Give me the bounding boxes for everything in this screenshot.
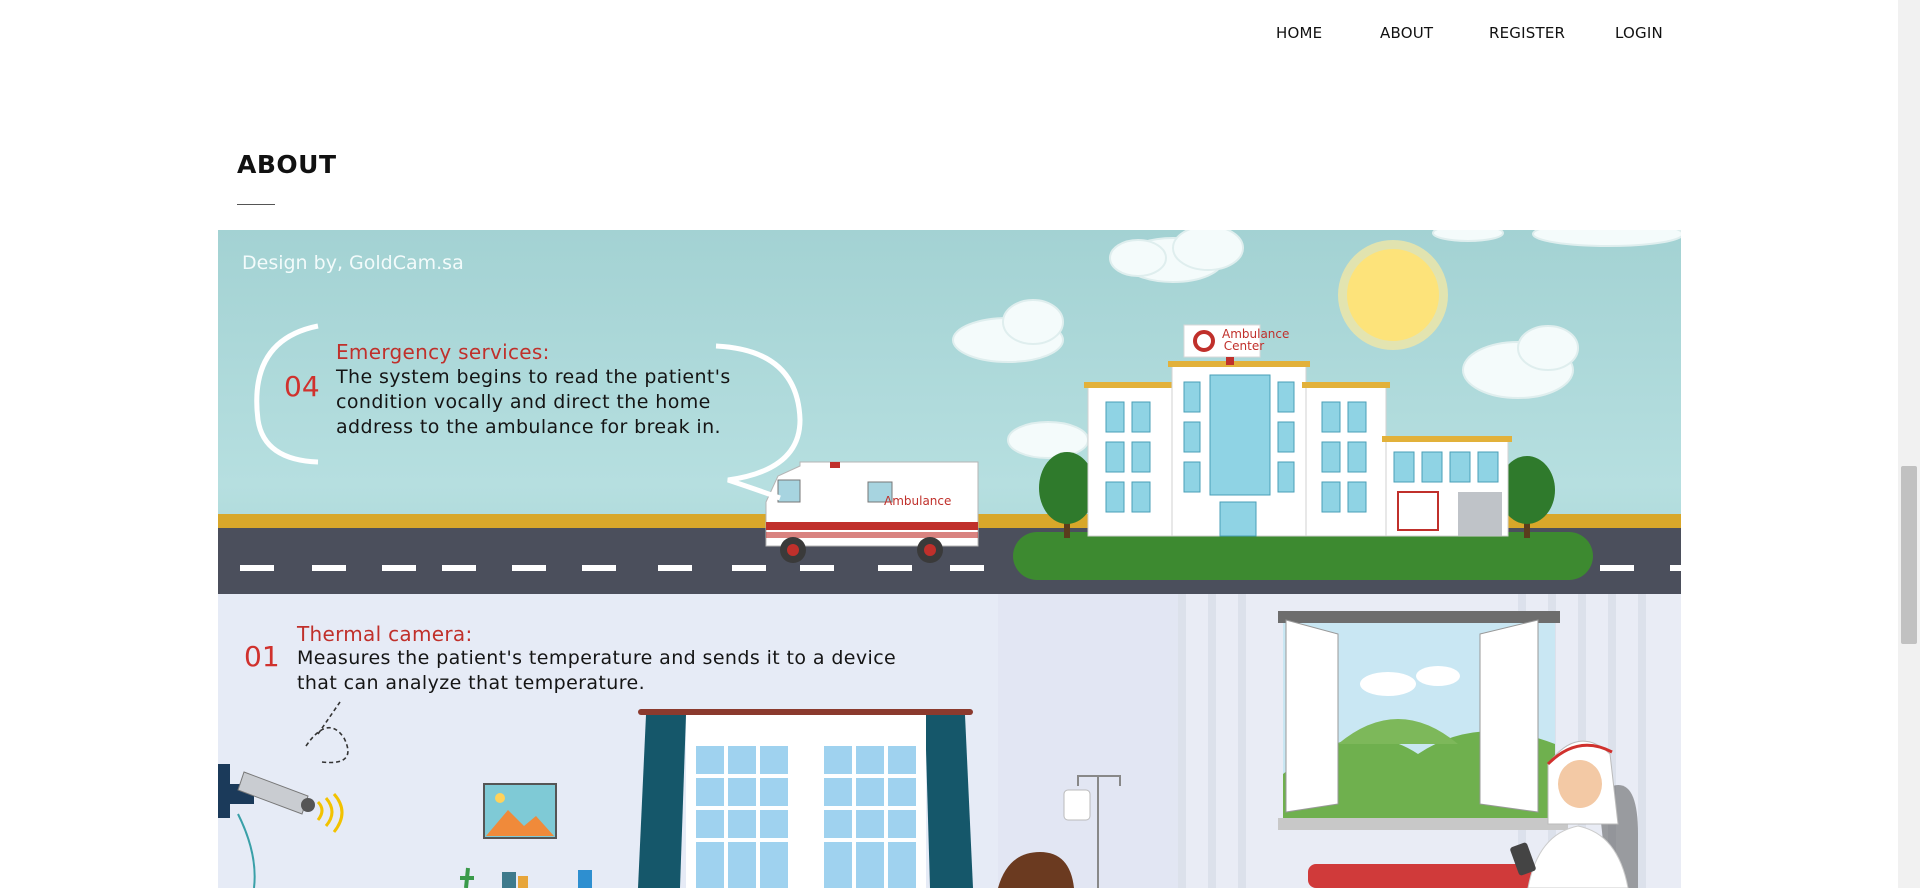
- ambulance-label-text: Ambulance: [884, 494, 952, 508]
- step-description: Measures the patient's temperature and s…: [297, 647, 897, 694]
- room-window-icon: [638, 709, 973, 888]
- nav-login-link[interactable]: LOGIN: [1615, 24, 1663, 42]
- about-section-title: ABOUT: [237, 150, 337, 179]
- nav-about-link[interactable]: ABOUT: [1380, 24, 1433, 42]
- step-number: 01: [244, 640, 280, 673]
- page-scrollbar[interactable]: [1898, 0, 1920, 888]
- hospital-sign-text: Ambulance Center: [1222, 327, 1290, 353]
- top-navbar: HOME ABOUT REGISTER LOGIN: [0, 0, 1898, 66]
- design-credit-text: Design by, GoldCam.sa: [242, 252, 464, 274]
- step-title: Thermal camera:: [297, 622, 473, 646]
- emergency-services-panel: Design by, GoldCam.sa 04 Emergency servi…: [218, 230, 1681, 594]
- scrollbar-thumb[interactable]: [1901, 466, 1917, 644]
- step-description: The system begins to read the patient's …: [336, 366, 731, 438]
- outdoor-window-icon: [1278, 611, 1568, 830]
- sun-icon: [1338, 240, 1448, 350]
- step-title: Emergency services:: [336, 340, 550, 364]
- title-underline-divider: [237, 204, 275, 205]
- wall-picture-icon: [483, 783, 557, 839]
- step-number: 04: [284, 370, 320, 403]
- nav-register-link[interactable]: REGISTER: [1489, 24, 1565, 42]
- about-infographic-image: Design by, GoldCam.sa 04 Emergency servi…: [218, 230, 1681, 888]
- nav-home-link[interactable]: HOME: [1276, 24, 1322, 42]
- hospital-building-icon: [1084, 324, 1512, 537]
- thermal-camera-panel: 01 Thermal camera: Measures the patient'…: [218, 594, 1681, 888]
